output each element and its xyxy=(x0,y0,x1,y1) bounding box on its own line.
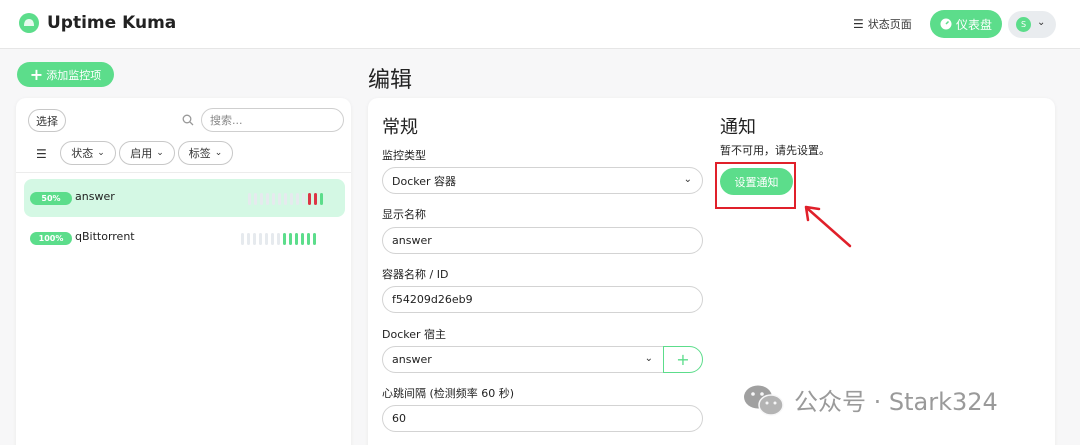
heartbeat-none xyxy=(253,233,256,245)
heartbeat-bar xyxy=(248,193,323,205)
status-page-label: 状态页面 xyxy=(867,18,912,31)
heartbeat-down xyxy=(314,193,317,205)
highlight-box xyxy=(715,162,796,209)
list-icon: ☰ xyxy=(853,17,864,31)
heartbeat-none xyxy=(290,193,293,205)
filter-icon: ☰ xyxy=(36,147,47,161)
chevron-down-icon: ⌄ xyxy=(683,174,692,185)
docker-host-label: Docker 宿主 xyxy=(382,328,447,341)
monitor-item-qbittorrent[interactable]: 100% qBittorrent xyxy=(24,219,345,257)
search-input[interactable] xyxy=(201,108,344,132)
display-name-label: 显示名称 xyxy=(382,208,426,221)
container-name-value: f54209d26eb9 xyxy=(392,293,473,306)
heartbeat-none xyxy=(302,193,305,205)
monitor-name: qBittorrent xyxy=(75,230,135,243)
notifications-notice: 暂不可用，请先设置。 xyxy=(720,144,830,157)
heartbeat-none xyxy=(248,193,251,205)
monitor-type-select[interactable]: Docker 容器 ⌄ xyxy=(382,167,703,194)
chevron-down-icon: ⌄ xyxy=(1037,17,1046,28)
plus-icon: + xyxy=(29,64,44,84)
interval-value: 60 xyxy=(392,412,406,425)
docker-host-value: answer xyxy=(392,353,432,366)
heartbeat-none xyxy=(277,233,280,245)
monitor-type-value: Docker 容器 xyxy=(392,174,457,188)
add-docker-host-button[interactable]: + xyxy=(663,346,703,373)
heartbeat-up xyxy=(313,233,316,245)
uptime-badge: 50% xyxy=(30,192,72,205)
filter-tags-label: 标签 xyxy=(188,147,211,160)
heartbeat-none xyxy=(296,193,299,205)
heartbeat-none xyxy=(272,193,275,205)
watermark-text: 公众号 · Stark324 xyxy=(794,388,998,416)
top-navbar: Uptime Kuma ☰ 状态页面 仪表盘 S ⌄ xyxy=(0,0,1080,49)
monitor-list-panel: 选择 ☰ 状态 ⌄ 启用 ⌄ 标签 ⌄ 50% answer 100% qBit… xyxy=(16,98,351,445)
heartbeat-up xyxy=(283,233,286,245)
heartbeat-none xyxy=(254,193,257,205)
monitor-name: answer xyxy=(75,190,115,203)
filter-active-label: 启用 xyxy=(130,147,153,160)
display-name-input[interactable]: answer xyxy=(382,227,703,254)
divider xyxy=(16,172,351,173)
heartbeat-up xyxy=(289,233,292,245)
filter-status-dropdown[interactable]: 状态 ⌄ xyxy=(60,141,116,165)
heartbeat-none xyxy=(284,193,287,205)
app-title[interactable]: Uptime Kuma xyxy=(47,13,176,33)
heartbeat-bar xyxy=(241,233,316,245)
heartbeat-none xyxy=(260,193,263,205)
filter-active-dropdown[interactable]: 启用 ⌄ xyxy=(119,141,175,165)
interval-input[interactable]: 60 xyxy=(382,405,703,432)
annotation-arrow-icon xyxy=(804,205,852,248)
profile-dropdown[interactable]: S ⌄ xyxy=(1008,11,1056,38)
heartbeat-none xyxy=(266,193,269,205)
heartbeat-none xyxy=(265,233,268,245)
filter-tags-dropdown[interactable]: 标签 ⌄ xyxy=(178,141,233,165)
docker-host-select[interactable]: answer ⌄ xyxy=(382,346,664,373)
heartbeat-none xyxy=(247,233,250,245)
dashboard-button[interactable]: 仪表盘 xyxy=(930,10,1002,38)
heartbeat-down xyxy=(308,193,311,205)
heartbeat-none xyxy=(278,193,281,205)
chevron-down-icon: ⌄ xyxy=(644,353,653,364)
general-section-title: 常规 xyxy=(382,117,418,138)
add-monitor-button[interactable]: + 添加监控项 xyxy=(17,62,114,87)
container-name-input[interactable]: f54209d26eb9 xyxy=(382,286,703,313)
dashboard-label: 仪表盘 xyxy=(955,17,992,32)
notifications-section-title: 通知 xyxy=(720,117,756,138)
uptime-kuma-logo-icon[interactable] xyxy=(19,13,39,33)
monitor-item-answer[interactable]: 50% answer xyxy=(24,179,345,217)
heartbeat-up xyxy=(307,233,310,245)
filter-status-label: 状态 xyxy=(71,147,94,160)
status-page-link[interactable]: ☰ 状态页面 xyxy=(853,16,912,32)
heartbeat-up xyxy=(295,233,298,245)
display-name-value: answer xyxy=(392,234,432,247)
heartbeat-none xyxy=(241,233,244,245)
chevron-down-icon: ⌄ xyxy=(97,148,105,158)
plus-icon: + xyxy=(676,350,690,369)
wechat-icon xyxy=(744,385,784,416)
monitor-type-label: 监控类型 xyxy=(382,149,426,162)
chevron-down-icon: ⌄ xyxy=(156,148,164,158)
gauge-icon xyxy=(940,18,952,30)
watermark: 公众号 · Stark324 xyxy=(742,382,998,417)
uptime-badge: 100% xyxy=(30,232,72,245)
page-title: 编辑 xyxy=(368,68,413,93)
add-monitor-label: 添加监控项 xyxy=(46,68,102,82)
search-icon xyxy=(182,114,194,126)
heartbeat-up xyxy=(320,193,323,205)
interval-label: 心跳间隔 (检测频率 60 秒) xyxy=(382,387,515,400)
chevron-down-icon: ⌄ xyxy=(214,148,223,158)
select-button[interactable]: 选择 xyxy=(28,109,66,132)
avatar: S xyxy=(1016,17,1031,32)
container-name-label: 容器名称 / ID xyxy=(382,268,449,281)
heartbeat-none xyxy=(271,233,274,245)
heartbeat-none xyxy=(259,233,262,245)
heartbeat-up xyxy=(301,233,304,245)
